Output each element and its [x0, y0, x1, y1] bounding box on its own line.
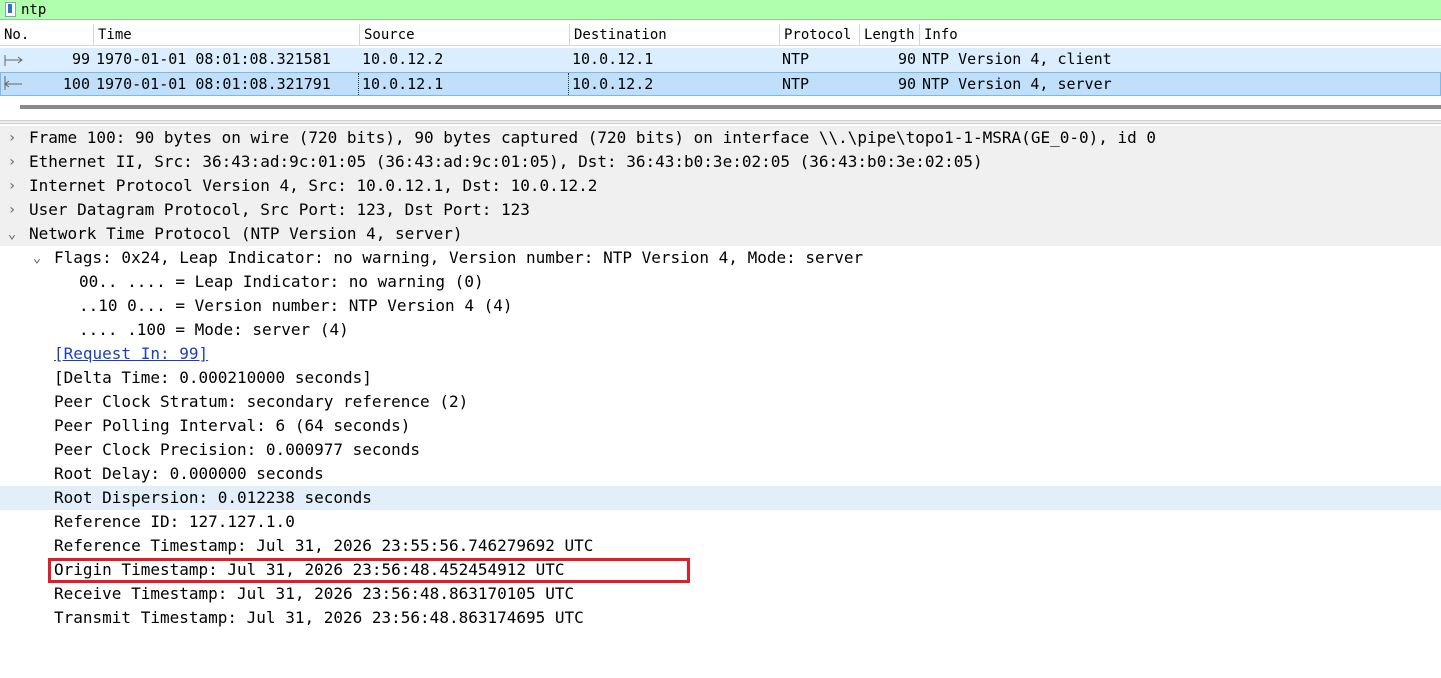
packet-no: 99 — [71, 50, 90, 68]
tree-item-label: User Datagram Protocol, Src Port: 123, D… — [29, 200, 530, 219]
tree-item-label: Root Delay: 0.000000 seconds — [54, 464, 324, 483]
tree-item-label: ..10 0... = Version number: NTP Version … — [79, 296, 513, 315]
packet-list: No. Time Source Destination Protocol Len… — [0, 24, 1441, 120]
tree-item-label: .... .100 = Mode: server (4) — [79, 320, 349, 339]
request-in-link[interactable]: [Request In: 99] — [54, 342, 208, 366]
tree-item-reference-id[interactable]: Reference ID: 127.127.1.0 — [0, 510, 1441, 534]
packet-source: 10.0.12.1 — [362, 73, 569, 95]
tree-item-label: Internet Protocol Version 4, Src: 10.0.1… — [29, 176, 598, 195]
tree-item-mode[interactable]: .... .100 = Mode: server (4) — [0, 318, 1441, 342]
packet-protocol: NTP — [782, 50, 810, 68]
packet-row[interactable]: 99 1970-01-01 08:01:08.321581 10.0.12.2 … — [0, 48, 1441, 72]
tree-item-peer-clock-stratum[interactable]: Peer Clock Stratum: secondary reference … — [0, 390, 1441, 414]
tree-item-label: Transmit Timestamp: Jul 31, 2026 23:56:4… — [54, 608, 584, 627]
tree-item-receive-timestamp[interactable]: Receive Timestamp: Jul 31, 2026 23:56:48… — [0, 582, 1441, 606]
packet-no: 100 — [62, 75, 90, 93]
column-header-length[interactable]: Length — [860, 24, 920, 46]
expand-chevron-icon[interactable]: › — [5, 150, 19, 174]
tree-item-label: Frame 100: 90 bytes on wire (720 bits), … — [29, 128, 1157, 147]
tree-item-ethernet[interactable]: › Ethernet II, Src: 36:43:ad:9c:01:05 (3… — [0, 150, 1441, 174]
tree-item-label: Reference ID: 127.127.1.0 — [54, 512, 295, 531]
packet-protocol: NTP — [782, 75, 810, 93]
column-header-time[interactable]: Time — [94, 24, 360, 46]
packet-length: 90 — [897, 50, 916, 68]
column-header-no[interactable]: No. — [0, 24, 94, 46]
tree-item-request-in[interactable]: [Request In: 99] — [0, 342, 1441, 366]
tree-item-version-number[interactable]: ..10 0... = Version number: NTP Version … — [0, 294, 1441, 318]
tree-item-root-dispersion[interactable]: Root Dispersion: 0.012238 seconds — [0, 486, 1441, 510]
display-filter-input[interactable]: ntp — [21, 1, 46, 19]
pane-splitter[interactable] — [0, 120, 1441, 124]
tree-item-transmit-timestamp[interactable]: Transmit Timestamp: Jul 31, 2026 23:56:4… — [0, 606, 1441, 630]
tree-item-label: Flags: 0x24, Leap Indicator: no warning,… — [54, 248, 864, 267]
tree-item-frame[interactable]: › Frame 100: 90 bytes on wire (720 bits)… — [0, 126, 1441, 150]
packet-length: 90 — [897, 75, 916, 93]
packet-row-selected[interactable]: 100 1970-01-01 08:01:08.321791 10.0.12.1… — [0, 72, 1441, 96]
packet-info: NTP Version 4, client — [922, 50, 1112, 68]
tree-item-reference-timestamp[interactable]: Reference Timestamp: Jul 31, 2026 23:55:… — [0, 534, 1441, 558]
expand-chevron-icon[interactable]: › — [5, 198, 19, 222]
tree-item-peer-polling-interval[interactable]: Peer Polling Interval: 6 (64 seconds) — [0, 414, 1441, 438]
expand-chevron-icon[interactable]: › — [5, 174, 19, 198]
tree-item-root-delay[interactable]: Root Delay: 0.000000 seconds — [0, 462, 1441, 486]
display-filter-bar: ntp — [0, 0, 1441, 20]
packet-source: 10.0.12.2 — [362, 50, 444, 68]
packet-time: 1970-01-01 08:01:08.321791 — [96, 73, 359, 95]
packet-destination: 10.0.12.1 — [572, 50, 654, 68]
response-arrow-icon — [4, 76, 22, 90]
request-arrow-icon — [4, 55, 23, 66]
collapse-chevron-icon[interactable]: ⌄ — [5, 222, 19, 246]
tree-item-label: Peer Clock Precision: 0.000977 seconds — [54, 440, 421, 459]
column-header-info[interactable]: Info — [920, 24, 1441, 46]
column-header-source[interactable]: Source — [360, 24, 570, 46]
tree-item-ntp[interactable]: ⌄ Network Time Protocol (NTP Version 4, … — [0, 222, 1441, 246]
packet-info: NTP Version 4, server — [922, 75, 1112, 93]
tree-item-label: [Delta Time: 0.000210000 seconds] — [54, 368, 372, 387]
column-header-destination[interactable]: Destination — [570, 24, 780, 46]
tree-item-label: Root Dispersion: 0.012238 seconds — [54, 488, 372, 507]
tree-item-label: Network Time Protocol (NTP Version 4, se… — [29, 224, 463, 243]
column-header-protocol[interactable]: Protocol — [780, 24, 860, 46]
tree-item-ipv4[interactable]: › Internet Protocol Version 4, Src: 10.0… — [0, 174, 1441, 198]
tree-item-udp[interactable]: › User Datagram Protocol, Src Port: 123,… — [0, 198, 1441, 222]
tree-item-label: 00.. .... = Leap Indicator: no warning (… — [79, 272, 484, 291]
expand-chevron-icon[interactable]: › — [5, 126, 19, 150]
annotation-highlight-box — [48, 558, 690, 583]
bookmark-icon[interactable] — [5, 2, 16, 17]
tree-item-label: Receive Timestamp: Jul 31, 2026 23:56:48… — [54, 584, 575, 603]
horizontal-scrollbar[interactable] — [20, 105, 1441, 109]
collapse-chevron-icon[interactable]: ⌄ — [30, 246, 44, 270]
packet-list-header: No. Time Source Destination Protocol Len… — [0, 24, 1441, 46]
tree-item-label: Peer Polling Interval: 6 (64 seconds) — [54, 416, 411, 435]
tree-item-flags[interactable]: ⌄ Flags: 0x24, Leap Indicator: no warnin… — [0, 246, 1441, 270]
tree-item-peer-clock-precision[interactable]: Peer Clock Precision: 0.000977 seconds — [0, 438, 1441, 462]
tree-item-delta-time[interactable]: [Delta Time: 0.000210000 seconds] — [0, 366, 1441, 390]
tree-item-leap-indicator[interactable]: 00.. .... = Leap Indicator: no warning (… — [0, 270, 1441, 294]
tree-item-label: Peer Clock Stratum: secondary reference … — [54, 392, 469, 411]
tree-item-label: Reference Timestamp: Jul 31, 2026 23:55:… — [54, 536, 594, 555]
packet-time: 1970-01-01 08:01:08.321581 — [96, 50, 331, 68]
tree-item-label: Ethernet II, Src: 36:43:ad:9c:01:05 (36:… — [29, 152, 983, 171]
packet-destination: 10.0.12.2 — [572, 75, 654, 93]
